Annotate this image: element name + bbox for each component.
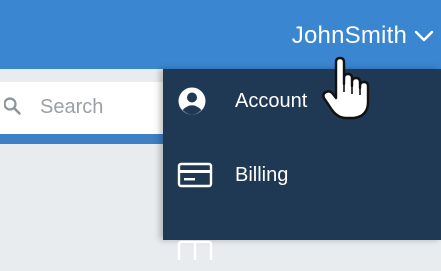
search-input[interactable] <box>40 94 160 120</box>
search-bar <box>0 82 170 144</box>
credit-card-icon <box>177 162 213 188</box>
menu-item-account[interactable]: Account <box>163 75 441 127</box>
id-card-icon <box>177 240 213 260</box>
menu-item-billing[interactable]: Billing <box>163 149 441 201</box>
top-bar: JohnSmith <box>0 0 441 69</box>
user-circle-icon <box>178 87 206 115</box>
menu-item-label: Billing <box>235 163 289 186</box>
user-dropdown-menu: Account Billing <box>163 69 441 260</box>
username-label: JohnSmith <box>291 22 407 49</box>
chevron-down-icon <box>414 30 434 42</box>
menu-item-label: Account <box>235 89 308 112</box>
menu-item-partial[interactable] <box>163 219 441 271</box>
user-menu-toggle[interactable]: JohnSmith <box>292 20 435 52</box>
search-icon <box>4 97 21 115</box>
